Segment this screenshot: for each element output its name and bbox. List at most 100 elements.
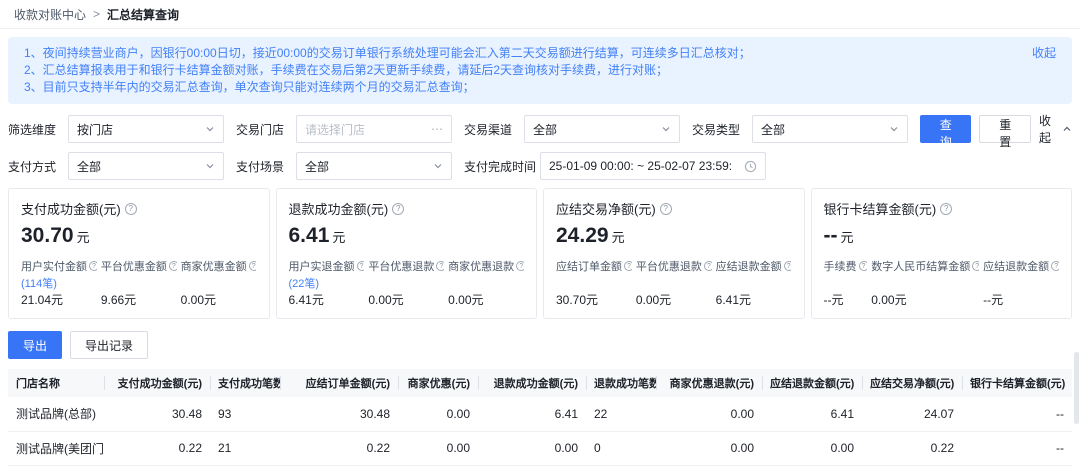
sub-label: 数字人民币结算金额 [871, 261, 971, 273]
sub-label: 用户实退金额 [288, 261, 355, 273]
table-row: 测试品牌(美团门店) 0.22 21 0.22 0.00 0.00 0 0.00… [8, 431, 1072, 466]
table-cell: 0.22 [104, 431, 210, 466]
card-amount: -- 元 [823, 224, 854, 247]
help-icon[interactable]: ? [89, 261, 97, 271]
reset-button[interactable]: 重置 [979, 115, 1031, 149]
table-cell: 0.00 [656, 431, 762, 466]
help-icon[interactable]: ? [858, 261, 868, 271]
notice-line-1: 1、夜间持续营业商户，因银行00:00日切，接近00:00的交易订单银行系统处理… [24, 46, 751, 60]
col-order-amount: 应结订单金额(元) [280, 369, 398, 397]
col-settled-refund: 应结退款金额(元) [762, 369, 862, 397]
help-icon[interactable]: ? [392, 202, 405, 215]
search-button[interactable]: 查询 [920, 115, 972, 149]
payment-scene-label: 支付场景 [236, 159, 285, 174]
notice-collapse-link[interactable]: 收起 [1032, 45, 1056, 62]
help-icon[interactable]: ? [659, 202, 672, 215]
card-amount: 6.41 元 [288, 224, 346, 247]
sub-label: 商家优惠退款 [448, 261, 515, 273]
notice-line-2: 2、汇总结算报表用于和银行卡结算金额对账，手续费在交易后第2天更新手续费，请延后… [24, 63, 669, 77]
transaction-type-label: 交易类型 [692, 122, 741, 137]
chevron-down-icon [661, 124, 671, 134]
sub-label: 商家优惠金额 [180, 261, 247, 273]
table-cell: 30.48 [280, 397, 398, 432]
stat-card-paid-amount: 支付成功金额(元) ? 30.70 元 用户实付金额? (114笔) 21.04元… [8, 188, 270, 319]
table-cell: 93 [210, 397, 280, 432]
col-net-amount: 应结交易净额(元) [862, 369, 962, 397]
col-store-name: 门店名称 [8, 369, 104, 397]
card-title: 支付成功金额(元) [21, 202, 121, 217]
filter-dimension-select[interactable]: 按门店 [68, 115, 224, 143]
help-icon[interactable]: ? [1051, 261, 1059, 271]
table-cell: 30.48 [104, 397, 210, 432]
help-icon[interactable]: ? [248, 261, 257, 271]
stat-card-refund-amount: 退款成功金额(元) ? 6.41 元 用户实退金额? (22笔) 6.41元 平台… [275, 188, 537, 319]
table-cell: 22 [586, 397, 656, 432]
sub-count: (22笔) [288, 278, 320, 290]
help-icon[interactable]: ? [624, 261, 632, 271]
help-icon[interactable]: ? [436, 261, 445, 271]
sub-value: 6.41元 [715, 293, 752, 307]
table-cell: -- [962, 397, 1072, 432]
card-amount: 30.70 元 [21, 224, 90, 247]
breadcrumb-root[interactable]: 收款对账中心 [14, 6, 86, 23]
col-refund-amount: 退款成功金额(元) [478, 369, 586, 397]
filter-row-2: 支付方式 全部 支付场景 全部 支付完成时间 25-01-09 00:00: ~… [8, 152, 1072, 180]
help-icon[interactable]: ? [783, 261, 792, 271]
sub-value: 0.00元 [448, 293, 484, 307]
chevron-up-icon [1062, 124, 1072, 134]
sub-label: 应结退款金额 [983, 261, 1050, 273]
table-cell: 0.00 [762, 431, 862, 466]
table-cell: 0.22 [862, 431, 962, 466]
more-icon: ⋯ [431, 122, 443, 136]
sub-label: 用户实付金额 [21, 261, 87, 273]
col-paid-count: 支付成功笔数 [210, 369, 280, 397]
transaction-type-select[interactable]: 全部 [752, 115, 908, 143]
export-records-button[interactable]: 导出记录 [70, 331, 149, 359]
card-amount: 24.29 元 [556, 224, 625, 247]
help-icon[interactable]: ? [940, 202, 953, 215]
chevron-down-icon [433, 161, 443, 171]
sub-label: 平台优惠金额 [100, 261, 167, 273]
help-icon[interactable]: ? [356, 261, 365, 271]
table-cell: 测试品牌(美团门店) [8, 431, 104, 466]
help-icon[interactable]: ? [124, 202, 137, 215]
store-select[interactable]: 请选择门店 ⋯ [296, 115, 452, 143]
payment-time-label: 支付完成时间 [464, 159, 537, 174]
chevron-down-icon [205, 161, 215, 171]
table-row: 测试品牌(总部) 30.48 93 30.48 0.00 6.41 22 0.0… [8, 397, 1072, 432]
payment-method-select[interactable]: 全部 [68, 152, 224, 180]
help-icon[interactable]: ? [168, 261, 177, 271]
sub-value: --元 [983, 293, 1004, 307]
store-filter-label: 交易门店 [236, 122, 285, 137]
card-title: 退款成功金额(元) [288, 202, 389, 217]
payment-time-range[interactable]: 25-01-09 00:00: ~ 25-02-07 23:59: [540, 152, 766, 180]
card-title: 银行卡结算金额(元) [823, 202, 937, 217]
channel-select[interactable]: 全部 [524, 115, 680, 143]
breadcrumb-separator: > [93, 7, 101, 21]
sub-value: 9.66元 [100, 293, 137, 307]
stat-cards: 支付成功金额(元) ? 30.70 元 用户实付金额? (114笔) 21.04元… [8, 188, 1072, 319]
sub-count: (114笔) [21, 278, 57, 290]
vertical-scrollbar[interactable] [1074, 352, 1079, 424]
col-bank-settlement: 银行卡结算金额(元) [962, 369, 1072, 397]
breadcrumb-current: 汇总结算查询 [107, 7, 180, 22]
col-merchant-discount-refund: 商家优惠退款(元) [656, 369, 762, 397]
stat-card-bank-settlement: 银行卡结算金额(元) ? -- 元 手续费? --元 数字人民币结算金额? 0.0… [810, 188, 1072, 319]
table-cell: 0 [586, 431, 656, 466]
help-icon[interactable]: ? [972, 261, 980, 271]
sub-label: 平台优惠退款 [368, 261, 435, 273]
payment-scene-select[interactable]: 全部 [296, 152, 452, 180]
export-button[interactable]: 导出 [8, 331, 63, 359]
filter-dimension-label: 筛选维度 [8, 122, 57, 137]
channel-filter-label: 交易渠道 [464, 122, 513, 137]
sub-label: 平台优惠退款 [635, 261, 702, 273]
notice-line-3: 3、目前只支持半年内的交易汇总查询，单次查询只能对连续两个月的交易汇总查询； [24, 80, 475, 94]
help-icon[interactable]: ? [516, 261, 524, 271]
filters-collapse-link[interactable]: 收起 [1039, 112, 1072, 146]
table-cell: 6.41 [762, 397, 862, 432]
table-cell: 6.41 [478, 397, 586, 432]
help-icon[interactable]: ? [703, 261, 712, 271]
sub-value: 21.04元 [21, 293, 64, 307]
filter-row-1: 筛选维度 按门店 交易门店 请选择门店 ⋯ 交易渠道 全部 交易类型 全部 查询… [8, 112, 1072, 149]
clock-icon [744, 160, 757, 173]
